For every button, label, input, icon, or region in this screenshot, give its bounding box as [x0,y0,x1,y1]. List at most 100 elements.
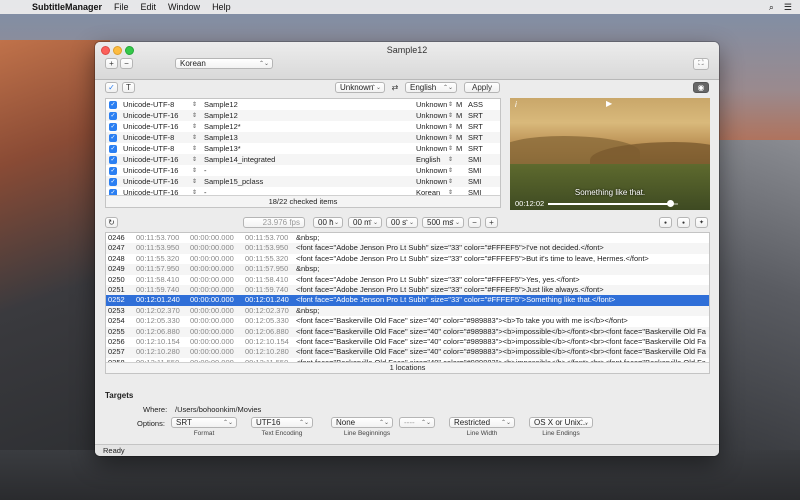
encoding-select[interactable]: UTF16 [251,417,313,428]
track-list[interactable]: ✓ Unicode-UTF-16 ⇕ - Korean ⇕ SMI ✓ Unicode-UTF-… [105,98,501,208]
menu-help[interactable]: Help [212,2,231,12]
updown-chevron-icon[interactable]: ⇕ [192,112,197,119]
track-encoding[interactable]: Unicode-UTF-8 [123,100,174,109]
play-icon[interactable]: ▶ [606,99,612,108]
track-language[interactable]: Unknown [416,122,447,131]
table-row[interactable]: 0246 00:11:53.700 00:00:00.000 00:11:53.700… [106,233,709,243]
to-language-select[interactable]: English [405,82,457,93]
track-row[interactable]: ✓ Unicode-UTF-16 ⇕ Sample12 Unknown ⇕ M SRT [106,110,500,121]
updown-chevron-icon[interactable]: ⇕ [192,101,197,108]
track-checkbox[interactable]: ✓ [109,155,117,164]
track-checkbox[interactable]: ✓ [109,177,117,186]
track-language[interactable]: Unknown [416,100,447,109]
updown-chevron-icon[interactable]: ⇕ [192,178,197,185]
updown-chevron-icon[interactable]: ⇕ [448,134,453,141]
subtitle-lines-table[interactable]: 025900:12:11.76000:00:00.00000:12:11.760… [105,232,710,374]
track-language[interactable]: Unknown [416,177,447,186]
track-checkbox[interactable]: ✓ [109,111,117,120]
fullscreen-icon[interactable]: ⛶ [693,58,709,70]
track-encoding[interactable]: Unicode-UTF-16 [123,155,178,164]
track-checkbox[interactable]: ✓ [109,122,117,131]
language-select[interactable]: Korean [175,58,273,69]
track-checkbox[interactable]: ✓ [109,144,117,153]
table-row[interactable]: 0253 00:12:02.370 00:00:00.000 00:12:02.370… [106,305,709,317]
line-beginnings-extra-select[interactable]: ---- [399,417,435,428]
updown-chevron-icon[interactable]: ⇕ [448,145,453,152]
magic-icon[interactable]: ✦ [695,217,708,228]
table-row[interactable]: 0247 00:11:53.950 00:00:00.000 00:11:53.950… [106,243,709,254]
table-row[interactable]: 0254 00:12:05.330 00:00:00.000 00:12:05.330… [106,316,709,326]
text-button[interactable]: T [122,82,135,93]
updown-chevron-icon[interactable]: ⇕ [192,134,197,141]
shift-plus-button[interactable]: + [485,217,498,228]
table-row[interactable]: 0255 00:12:06.880 00:00:00.000 00:12:06.880… [106,326,709,337]
add-button[interactable]: + [105,58,118,69]
track-encoding[interactable]: Unicode-UTF-8 [123,133,174,142]
line-endings-select[interactable]: OS X or Unix... [529,417,593,428]
updown-chevron-icon[interactable]: ⇕ [448,123,453,130]
updown-chevron-icon[interactable]: ⇕ [192,123,197,130]
track-row[interactable]: ✓ Unicode-UTF-16 ⇕ - Unknown ⇕ SMI [106,165,500,176]
where-path[interactable]: /Users/bohoonkim/Movies [175,405,261,414]
track-language[interactable]: Unknown [416,133,447,142]
swap-icon[interactable]: ⇄ [389,82,401,93]
track-encoding[interactable]: Unicode-UTF-16 [123,177,178,186]
track-row[interactable]: ✓ Unicode-UTF-16 ⇕ Sample12* Unknown ⇕ M SRT [106,121,500,132]
table-row[interactable]: 0249 00:11:57.950 00:00:00.000 00:11:57.950… [106,264,709,275]
menu-edit[interactable]: Edit [141,2,157,12]
track-language[interactable]: Unknown [416,111,447,120]
track-encoding[interactable]: Unicode-UTF-16 [123,111,178,120]
eye-icon[interactable]: ◉ [693,82,709,93]
refresh-icon[interactable]: ↻ [105,217,118,228]
check-all-button[interactable]: ✓ [105,82,118,93]
updown-chevron-icon[interactable]: ⇕ [448,156,453,163]
updown-chevron-icon[interactable]: ⇕ [192,167,197,174]
updown-chevron-icon[interactable]: ⇕ [448,167,453,174]
track-encoding[interactable]: Unicode-UTF-16 [123,166,178,175]
track-row[interactable]: ✓ Unicode-UTF-16 ⇕ Sample15_pclass Unknown ⇕ S… [106,176,500,187]
track-language[interactable]: Unknown [416,166,447,175]
format-select[interactable]: SRT [171,417,237,428]
track-row[interactable]: ✓ Unicode-UTF-8 ⇕ Sample12 Unknown ⇕ M ASS [106,99,500,110]
minutes-stepper[interactable]: 00 m [348,217,382,228]
remove-button[interactable]: − [120,58,133,69]
track-checkbox[interactable]: ✓ [109,133,117,142]
apply-button[interactable]: Apply [464,82,500,93]
track-encoding[interactable]: Unicode-UTF-8 [123,144,174,153]
mark-start-icon[interactable]: ● [659,217,672,228]
menu-list-icon[interactable]: ☰ [784,2,792,13]
menu-app-name[interactable]: SubtitleManager [32,2,102,12]
shift-minus-button[interactable]: − [468,217,481,228]
track-checkbox[interactable]: ✓ [109,100,117,109]
updown-chevron-icon[interactable]: ⇕ [448,101,453,108]
video-progress-bar[interactable] [548,203,678,205]
spotlight-icon[interactable]: ⌕ [769,2,774,13]
track-checkbox[interactable]: ✓ [109,166,117,175]
from-language-select[interactable]: Unknown [335,82,385,93]
info-icon[interactable]: i [515,100,517,109]
updown-chevron-icon[interactable]: ⇕ [448,178,453,185]
track-row[interactable]: ✓ Unicode-UTF-8 ⇕ Sample13* Unknown ⇕ M SRT [106,143,500,154]
fps-select[interactable]: 23.976 fps [243,217,305,228]
table-row[interactable]: 0250 00:11:58.410 00:00:00.000 00:11:58.410… [106,275,709,285]
menu-window[interactable]: Window [168,2,200,12]
track-row[interactable]: ✓ Unicode-UTF-16 ⇕ Sample14_integrated Engli… [106,154,500,165]
hours-stepper[interactable]: 00 h [313,217,343,228]
table-row[interactable]: 0248 00:11:55.320 00:00:00.000 00:11:55.320… [106,254,709,264]
line-width-select[interactable]: Restricted [449,417,515,428]
track-row[interactable]: ✓ Unicode-UTF-8 ⇕ Sample13 Unknown ⇕ M SRT [106,132,500,143]
video-preview[interactable]: i ▶ Something like that. 00:12:02 [510,98,710,210]
track-language[interactable]: Unknown [416,144,447,153]
milliseconds-stepper[interactable]: 500 ms [422,217,464,228]
table-row[interactable]: 0252 00:12:01.240 00:00:00.000 00:12:01.240… [106,295,709,306]
menu-file[interactable]: File [114,2,129,12]
table-row[interactable]: 0257 00:12:10.280 00:00:00.000 00:12:10.280… [106,347,709,358]
updown-chevron-icon[interactable]: ⇕ [448,112,453,119]
mark-end-icon[interactable]: ● [677,217,690,228]
table-row[interactable]: 0256 00:12:10.154 00:00:00.000 00:12:10.154… [106,337,709,347]
seconds-stepper[interactable]: 00 s [386,217,418,228]
video-progress-knob[interactable] [666,200,674,207]
track-language[interactable]: English [416,155,441,164]
updown-chevron-icon[interactable]: ⇕ [192,156,197,163]
updown-chevron-icon[interactable]: ⇕ [192,145,197,152]
